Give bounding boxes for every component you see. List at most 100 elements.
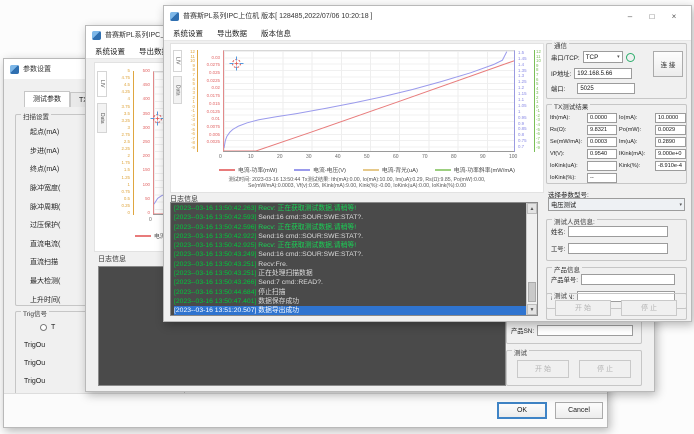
log-line[interactable]: [2023--03-16 13:50:47.401] 数据保存成功 — [174, 297, 537, 306]
main-log-box[interactable]: [2023--03-16 13:50:42.263] Recv: 正在获取测试数… — [170, 202, 538, 316]
axis-tick: 1.25 — [518, 80, 527, 84]
chevron-down-icon: ▾ — [679, 202, 682, 208]
tx-field-value[interactable]: -- — [587, 173, 617, 183]
legend-color-dash — [363, 169, 379, 171]
log-line[interactable]: [2023--03-16 13:50:42.922] Send:16 cmd::… — [174, 232, 537, 241]
menu-item-0[interactable]: 系统设置 — [95, 46, 125, 57]
axis-tick: 2 — [128, 154, 130, 158]
log-line[interactable]: [2023--03-16 13:50:42.263] Recv: 正在获取测试数… — [174, 204, 537, 213]
main-window-title: 普赛斯PL系列IPC上位机 版本[ 128485,2022/07/06 10:2… — [183, 11, 373, 21]
connect-button[interactable]: 连 接 — [653, 51, 683, 77]
tx-field-value[interactable]: 0.0029 — [655, 125, 686, 135]
tx-field-value[interactable]: 9.000e+0 — [655, 149, 686, 159]
log-line[interactable]: [2023--03-16 13:50:43.251] 正在处理扫描数据 — [174, 269, 537, 278]
dialog-button-band: OK Cancel — [4, 393, 607, 427]
close-button[interactable]: × — [663, 8, 685, 24]
name-input[interactable] — [568, 226, 668, 237]
axis-tick: 350 — [143, 112, 150, 116]
axis-tick: 1.5 — [124, 168, 130, 172]
mid-start-button[interactable]: 开 始 — [517, 360, 569, 378]
log-timestamp: [2023--03-16 13:50:43.251] — [174, 261, 258, 268]
tx-field-value[interactable]: 9.8321 — [587, 125, 617, 135]
axis-tick: 500 — [143, 69, 150, 73]
axis-tick: 2.5 — [124, 140, 130, 144]
tab-test-params[interactable]: 测试参数 — [24, 91, 70, 107]
axis-tick: 0.75 — [121, 190, 130, 194]
port-combo[interactable]: TCP ▾ — [583, 51, 623, 63]
tx-field-label: IoKink(%): — [550, 175, 585, 181]
status-line-2: Se(mW/mA):0.0003, Vf(v):0.95, IKink(mA):… — [171, 183, 543, 189]
mid-sn-input[interactable] — [537, 325, 633, 336]
start-button[interactable]: 开 始 — [555, 300, 611, 316]
minimize-button[interactable]: – — [619, 8, 641, 24]
axis-tick: 200 — [143, 154, 150, 158]
tab-liv[interactable]: LIV — [97, 71, 107, 97]
port2-row: 端口: 5025 — [551, 83, 635, 94]
cancel-button[interactable]: Cancel — [555, 402, 603, 419]
axis-tick: 1.25 — [121, 176, 130, 180]
log-line[interactable]: [2023--03-16 13:50:43.266] Send:7 cmd::R… — [174, 278, 537, 287]
backlight-axis: 54.754.54.2543.753.53.2532.752.52.2521.7… — [109, 71, 131, 215]
mid-stop-button[interactable]: 停 止 — [579, 360, 631, 378]
log-line[interactable]: [2023--03-16 13:50:44.684] 停止扫描 — [174, 288, 537, 297]
id-input[interactable] — [568, 243, 668, 254]
log-line[interactable]: [2023--03-16 13:50:43.251] Recv:Fre. — [174, 260, 537, 269]
refresh-icon[interactable] — [626, 53, 635, 62]
log-scrollbar[interactable]: ▲ ▼ — [526, 203, 537, 315]
person-group: 测试人员信息: 姓名: 工号: — [546, 219, 687, 261]
ok-button[interactable]: OK — [497, 402, 547, 419]
axis-tick: 300 — [143, 126, 150, 130]
x-axis-tick: 40 — [335, 154, 341, 160]
tx-result-label: TX测试结果 — [552, 101, 590, 111]
log-line[interactable]: [2023--03-16 13:50:42.925] Recv: 正在获取测试数… — [174, 241, 537, 250]
maximize-button[interactable]: □ — [641, 8, 663, 24]
axis-tick: 1 — [518, 110, 520, 114]
scrollbar-thumb[interactable] — [528, 282, 536, 302]
axis-tick: 0.5 — [124, 197, 130, 201]
ip-label: IP地址: — [551, 69, 571, 78]
axis-tick: 0.0275 — [207, 63, 220, 67]
trig-radio-icon[interactable] — [40, 324, 47, 331]
axis-tick: 0.0125 — [207, 110, 220, 114]
log-line[interactable]: [2023--03-16 13:51:20.507] 数据导出成功 — [174, 306, 537, 315]
scroll-up-icon[interactable]: ▲ — [527, 203, 537, 214]
tab-data[interactable]: Data — [97, 103, 107, 133]
axis-tick: 4 — [128, 97, 130, 101]
axis-tick: 4.5 — [124, 83, 130, 87]
axis-tick: 3 — [128, 126, 130, 130]
log-message: Recv: 正在获取测试数据,请稍等! — [258, 242, 356, 249]
main-plot-area[interactable] — [223, 50, 515, 152]
ip-input[interactable]: 192.168.5.66 — [574, 68, 632, 79]
tx-field-value[interactable]: 0.9540 — [587, 149, 617, 159]
menu-item-0[interactable]: 系统设置 — [173, 28, 203, 39]
x-axis-tick: 100 — [509, 154, 517, 160]
tx-field-value[interactable]: 10.0000 — [655, 113, 686, 123]
menu-item-2[interactable]: 版本信息 — [261, 28, 291, 39]
scroll-down-icon[interactable]: ▼ — [527, 304, 537, 315]
power-axis: 500450400350300250200150100500 — [136, 71, 151, 215]
tx-field-value[interactable] — [587, 161, 617, 171]
tx-field-value[interactable]: 0.0003 — [587, 137, 617, 147]
model-combo[interactable]: 电压测试 ▾ — [548, 198, 685, 211]
stop-button[interactable]: 停 止 — [621, 300, 677, 316]
tx-field-value[interactable]: -8.910e-4 — [655, 161, 686, 171]
app-icon — [170, 12, 179, 21]
chevron-down-icon: ▾ — [617, 54, 620, 60]
main-right-panel: 通信 串口/TCP: TCP ▾ 连 接 IP地址: 192.168.5.66 … — [546, 43, 687, 318]
axis-tick: 0.0175 — [207, 94, 220, 98]
tx-field-value[interactable]: 0.2890 — [655, 137, 686, 147]
order-input[interactable] — [581, 274, 675, 285]
log-line[interactable]: [2023--03-16 13:50:42.593] Send:16 cmd::… — [174, 213, 537, 222]
log-line[interactable]: [2023--03-16 13:50:42.596] Recv: 正在获取测试数… — [174, 223, 537, 232]
axis-tick: 1 — [128, 183, 130, 187]
menu-item-1[interactable]: 导出数据 — [217, 28, 247, 39]
trig-radio-label: T — [51, 324, 55, 331]
tab-liv[interactable]: LIV — [173, 50, 182, 72]
tx-field-value[interactable]: 0.0000 — [587, 113, 617, 123]
window-controls: – □ × — [619, 8, 685, 24]
tab-data[interactable]: Data — [173, 76, 182, 104]
backlight-axis-line — [133, 71, 134, 215]
x-axis-tick: 0 — [219, 154, 222, 160]
port2-input[interactable]: 5025 — [577, 83, 635, 94]
log-line[interactable]: [2023--03-16 13:50:43.249] Send:16 cmd::… — [174, 250, 537, 259]
